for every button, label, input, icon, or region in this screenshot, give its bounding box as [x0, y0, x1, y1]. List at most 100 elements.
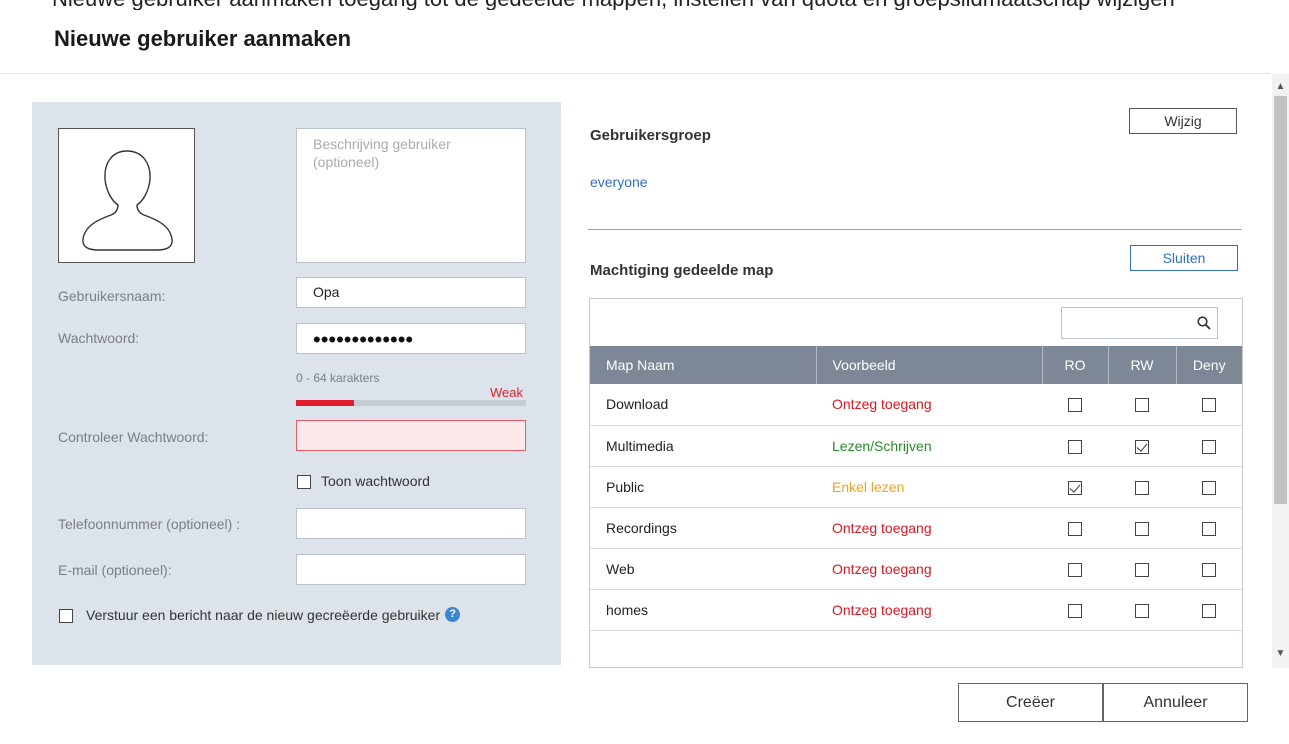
deny-checkbox[interactable] — [1202, 603, 1216, 618]
deny-cell — [1176, 425, 1242, 467]
column-header-deny[interactable]: Deny — [1176, 346, 1242, 384]
password-strength-fill — [296, 400, 354, 406]
folder-search-input[interactable] — [1061, 307, 1218, 339]
ro-checkbox[interactable] — [1068, 439, 1082, 454]
folder-name-cell: Web — [590, 548, 816, 590]
deny-checkbox[interactable] — [1202, 521, 1216, 536]
column-header-name[interactable]: Map Naam — [590, 346, 817, 384]
user-group-link[interactable]: everyone — [590, 174, 648, 190]
table-row: homes Ontzeg toegang — [590, 589, 1242, 631]
password-strength-bar — [296, 400, 526, 406]
ro-cell — [1042, 548, 1108, 590]
confirm-password-label: Controleer Wachtwoord: — [58, 429, 209, 445]
phone-label: Telefoonnummer (optioneel) : — [58, 516, 241, 532]
notify-user-checkbox[interactable] — [59, 609, 73, 624]
permission-preview-cell: Ontzeg toegang — [816, 507, 1042, 549]
show-password-checkbox[interactable] — [297, 475, 311, 490]
folder-permission-title: Machtiging gedeelde map — [590, 262, 774, 279]
username-input[interactable]: Opa — [296, 277, 526, 308]
email-label: E-mail (optioneel): — [58, 562, 172, 578]
cancel-button[interactable]: Annuleer — [1103, 683, 1248, 722]
rw-checkbox[interactable] — [1135, 398, 1149, 413]
phone-input[interactable] — [296, 508, 526, 539]
folder-name-cell: homes — [590, 589, 816, 631]
section-divider — [588, 229, 1242, 230]
permission-preview-cell: Ontzeg toegang — [816, 384, 1042, 426]
close-permissions-button[interactable]: Sluiten — [1130, 245, 1238, 271]
dialog-scrollbar[interactable]: ▲ ▼ — [1272, 74, 1289, 668]
deny-cell — [1176, 589, 1242, 631]
create-button[interactable]: Creëer — [958, 683, 1103, 722]
deny-checkbox[interactable] — [1202, 398, 1216, 413]
rw-cell — [1108, 384, 1176, 426]
rw-checkbox[interactable] — [1135, 521, 1149, 536]
ro-checkbox[interactable] — [1068, 398, 1082, 413]
ro-checkbox[interactable] — [1068, 480, 1082, 495]
permission-preview-cell: Lezen/Schrijven — [816, 425, 1042, 467]
deny-cell — [1176, 384, 1242, 426]
confirm-password-input[interactable] — [296, 420, 526, 451]
deny-cell — [1176, 466, 1242, 508]
notify-user-label: Verstuur een bericht naar de nieuw gecre… — [86, 607, 441, 623]
ro-checkbox[interactable] — [1068, 562, 1082, 577]
scroll-thumb[interactable] — [1274, 96, 1287, 504]
rw-checkbox[interactable] — [1135, 439, 1149, 454]
rw-checkbox[interactable] — [1135, 603, 1149, 618]
deny-checkbox[interactable] — [1202, 562, 1216, 577]
ro-checkbox[interactable] — [1068, 603, 1082, 618]
rw-cell — [1108, 507, 1176, 549]
scroll-down-icon[interactable]: ▼ — [1272, 645, 1289, 662]
username-label: Gebruikersnaam: — [58, 288, 166, 304]
rw-cell — [1108, 466, 1176, 508]
deny-cell — [1176, 507, 1242, 549]
ro-cell — [1042, 589, 1108, 631]
folder-name-cell: Multimedia — [590, 425, 816, 467]
column-header-rw[interactable]: RW — [1108, 346, 1177, 384]
title-divider — [0, 73, 1270, 74]
folder-name-cell: Recordings — [590, 507, 816, 549]
change-group-button[interactable]: Wijzig — [1129, 108, 1237, 134]
scroll-up-icon[interactable]: ▲ — [1272, 78, 1289, 95]
ro-cell — [1042, 466, 1108, 508]
table-row: Recordings Ontzeg toegang — [590, 507, 1242, 549]
email-input[interactable] — [296, 554, 526, 585]
table-row: Public Enkel lezen — [590, 466, 1242, 508]
deny-checkbox[interactable] — [1202, 439, 1216, 454]
column-header-ro[interactable]: RO — [1042, 346, 1109, 384]
folder-permission-table: Map Naam Voorbeeld RO RW Deny Download On… — [589, 298, 1243, 668]
user-details-panel: Beschrijving gebruiker (optioneel) Gebru… — [32, 102, 561, 665]
column-header-preview[interactable]: Voorbeeld — [816, 346, 1043, 384]
permission-preview-cell: Ontzeg toegang — [816, 589, 1042, 631]
ro-cell — [1042, 507, 1108, 549]
rw-checkbox[interactable] — [1135, 480, 1149, 495]
ro-checkbox[interactable] — [1068, 521, 1082, 536]
password-label: Wachtwoord: — [58, 330, 140, 346]
user-silhouette-icon — [82, 150, 173, 251]
table-row: Web Ontzeg toegang — [590, 548, 1242, 590]
password-input[interactable]: ••••••••••••• — [296, 323, 526, 354]
rw-cell — [1108, 589, 1176, 631]
description-textarea[interactable]: Beschrijving gebruiker (optioneel) — [296, 128, 526, 263]
rw-checkbox[interactable] — [1135, 562, 1149, 577]
user-group-title: Gebruikersgroep — [590, 127, 711, 144]
notify-user-option[interactable]: Verstuur een bericht naar de nieuw gecre… — [59, 607, 461, 624]
dialog-title: Nieuwe gebruiker aanmaken — [54, 26, 352, 51]
rw-cell — [1108, 548, 1176, 590]
help-icon[interactable]: ? — [445, 607, 461, 622]
deny-checkbox[interactable] — [1202, 480, 1216, 495]
show-password-option[interactable]: Toon wachtwoord — [297, 473, 430, 490]
search-icon[interactable] — [1197, 316, 1211, 330]
folder-name-cell: Download — [590, 384, 816, 426]
folder-name-cell: Public — [590, 466, 816, 508]
password-strength-label: Weak — [490, 385, 523, 400]
avatar[interactable] — [58, 128, 195, 263]
table-header-row: Map Naam Voorbeeld RO RW Deny — [590, 346, 1242, 384]
password-length-hint: 0 - 64 karakters — [296, 371, 380, 385]
background-page-text: Nieuwe gebruiker aanmaken toegang tot de… — [0, 0, 1289, 10]
show-password-label: Toon wachtwoord — [321, 473, 430, 489]
permission-preview-cell: Ontzeg toegang — [816, 548, 1042, 590]
table-row: Multimedia Lezen/Schrijven — [590, 425, 1242, 467]
ro-cell — [1042, 425, 1108, 467]
rw-cell — [1108, 425, 1176, 467]
ro-cell — [1042, 384, 1108, 426]
